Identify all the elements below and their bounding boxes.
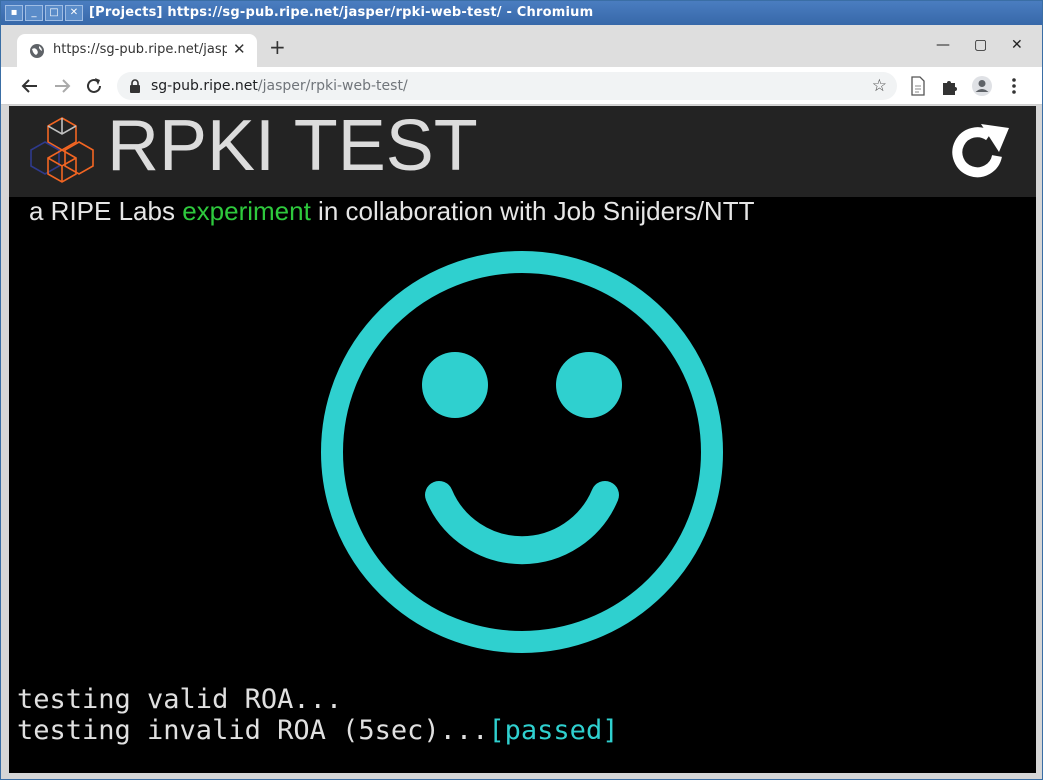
title-minimize-button[interactable]: _ — [25, 5, 43, 21]
browser-window: ▪ _ □ ✕ [Projects] https://sg-pub.ripe.n… — [0, 0, 1043, 780]
tab-strip: https://sg-pub.ripe.net/jasper/rpki-web-… — [1, 25, 1042, 67]
forward-icon[interactable] — [51, 75, 73, 97]
minimize-button[interactable]: — — [936, 37, 950, 53]
refresh-test-icon[interactable] — [947, 120, 1011, 184]
title-maximize-button[interactable]: □ — [45, 5, 63, 21]
globe-icon — [30, 44, 44, 58]
experiment-link[interactable]: experiment — [182, 196, 311, 226]
page-header: RPKI TEST — [9, 106, 1036, 197]
subtitle-prefix: a RIPE Labs — [29, 196, 183, 226]
lock-icon[interactable] — [129, 79, 141, 93]
page-title: RPKI TEST — [107, 106, 478, 186]
address-bar[interactable]: sg-pub.ripe.net/jasper/rpki-web-test/ ☆ — [117, 72, 897, 100]
test-log: testing valid ROA... testing invalid ROA … — [17, 684, 618, 746]
browser-toolbar: sg-pub.ripe.net/jasper/rpki-web-test/ ☆ — [1, 67, 1042, 105]
url-text: sg-pub.ripe.net/jasper/rpki-web-test/ — [151, 78, 408, 94]
smiley-face — [321, 251, 723, 653]
menu-icon[interactable] — [1003, 75, 1025, 97]
window-title: [Projects] https://sg-pub.ripe.net/jaspe… — [89, 5, 594, 20]
browser-tab[interactable]: https://sg-pub.ripe.net/jasper/rpki-web-… — [17, 34, 257, 67]
back-icon[interactable] — [19, 75, 41, 97]
window-menu-button[interactable]: ▪ — [5, 5, 23, 21]
new-tab-button[interactable]: + — [269, 37, 286, 57]
reload-icon[interactable] — [83, 75, 105, 97]
subtitle-suffix: in collaboration with Job Snijders/NTT — [310, 196, 755, 226]
maximize-button[interactable]: ▢ — [974, 37, 987, 53]
url-host: sg-pub.ripe.net — [151, 78, 258, 94]
title-bar-buttons: ▪ _ □ ✕ — [5, 5, 83, 21]
star-icon[interactable]: ☆ — [872, 76, 887, 96]
page-content: RPKI TEST a RIPE Labs experiment in coll… — [9, 106, 1036, 773]
close-button[interactable]: ✕ — [1011, 37, 1023, 53]
log-line-valid: testing valid ROA... — [17, 684, 343, 715]
passed-status: [passed] — [488, 715, 619, 746]
title-bar: ▪ _ □ ✕ [Projects] https://sg-pub.ripe.n… — [1, 1, 1042, 25]
tab-title: https://sg-pub.ripe.net/jasper/rpki-web-… — [53, 42, 227, 57]
log-invalid-text: testing invalid ROA (5sec)... — [17, 715, 489, 746]
title-close-button[interactable]: ✕ — [65, 5, 83, 21]
log-line-invalid: testing invalid ROA (5sec)...[passed] — [17, 715, 618, 746]
tab-close-icon[interactable]: ✕ — [233, 40, 246, 58]
ripe-logo — [30, 117, 94, 183]
extensions-icon[interactable] — [939, 75, 961, 97]
document-icon[interactable] — [907, 75, 929, 97]
url-path: /jasper/rpki-web-test/ — [257, 78, 408, 94]
page-subtitle: a RIPE Labs experiment in collaboration … — [29, 196, 754, 227]
profile-icon[interactable] — [971, 75, 993, 97]
